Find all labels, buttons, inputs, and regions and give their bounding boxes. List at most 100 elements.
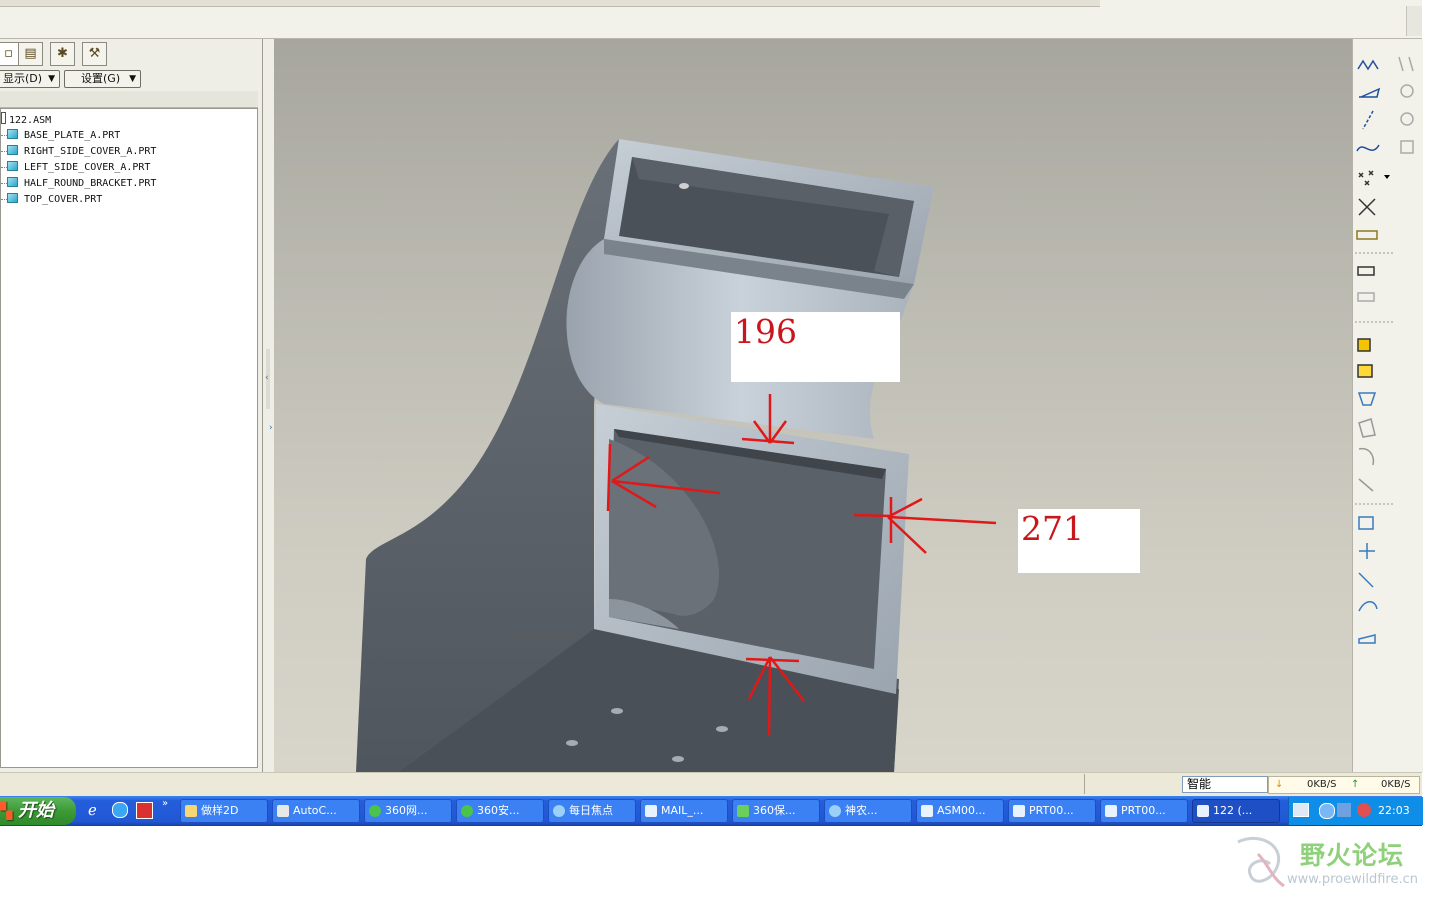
curve-icon [1356, 144, 1380, 152]
taskbar-button[interactable]: PRT00... [1008, 799, 1096, 823]
tray-app-icon[interactable] [1357, 803, 1371, 817]
copy-icon [1357, 292, 1375, 302]
shell-icon [1359, 543, 1375, 559]
taskbar-button-label: ASM00... [937, 804, 986, 817]
surface-icon [1358, 634, 1376, 644]
show-menu-button[interactable]: 显示(D) ▼ [0, 70, 60, 88]
window-icon [1197, 805, 1209, 817]
graphics-viewport[interactable]: 196 271 [274, 39, 1352, 772]
chevron-more-icon[interactable]: » [162, 798, 168, 809]
tree-item[interactable]: TOP_COVER.PRT [1, 192, 103, 207]
keyboard-icon[interactable] [1293, 803, 1309, 817]
taskbar-button-label: PRT00... [1121, 804, 1166, 817]
taskbar-button[interactable]: AutoC... [272, 799, 360, 823]
toolbar-strip [0, 0, 1100, 7]
solidworks-icon[interactable] [136, 802, 153, 819]
rib-icon [1358, 572, 1374, 588]
point-icon [1358, 170, 1374, 186]
tools-hammer-icon[interactable]: ⚒ [82, 42, 107, 66]
taskbar-button-label: AutoC... [293, 804, 337, 817]
taskbar-button-label: 360保... [753, 804, 796, 817]
shield-icon [737, 805, 749, 817]
taskbar-button[interactable]: PRT00... [1100, 799, 1188, 823]
datum-feature-toolbar [1352, 39, 1423, 772]
model-tree: 122.ASM BASE_PLATE_A.PRT RIGHT_SIDE_COVE… [0, 108, 258, 768]
tree-item-label: LEFT_SIDE_COVER_A.PRT [24, 162, 151, 173]
network-icon[interactable] [1337, 803, 1351, 817]
window-icon [645, 805, 657, 817]
news-icon [553, 805, 565, 817]
watermark-url: www.proewildfire.cn [1287, 872, 1418, 887]
taskbar-button[interactable]: 神农... [824, 799, 912, 823]
expand-right-icon[interactable]: › [269, 423, 273, 433]
taskbar-button-label: 122 (... [1213, 804, 1253, 817]
taskbar-button[interactable]: 360网... [364, 799, 452, 823]
grid-icon [1400, 140, 1414, 154]
sweep-icon [1357, 392, 1377, 406]
tree-item[interactable]: BASE_PLATE_A.PRT [1, 128, 120, 143]
tree-item-label: HALF_ROUND_BRACKET.PRT [24, 178, 157, 189]
layers-tab-icon[interactable]: ▤ [18, 42, 43, 66]
hole-icon [1358, 516, 1374, 530]
taskbar-button[interactable]: 360安... [456, 799, 544, 823]
favorites-folder-icon[interactable]: ✱ [50, 42, 75, 66]
taskbar-button-label: 神农... [845, 804, 878, 817]
taskbar-button-label: 360安... [477, 804, 520, 817]
start-button[interactable]: ▚ 开始 [0, 797, 76, 825]
browser-icon [829, 805, 841, 817]
taskbar-button-active[interactable]: 122 (... [1192, 799, 1280, 823]
quicklaunch-browser-icon[interactable] [112, 802, 128, 818]
dimension-label-box: 196 [731, 312, 900, 382]
part-icon [7, 161, 18, 171]
selection-filter[interactable]: 智能 [1182, 776, 1268, 793]
taskbar-button-label: 每日焦点 [569, 804, 613, 817]
tree-item-label: RIGHT_SIDE_COVER_A.PRT [24, 146, 157, 157]
dimension-value: 196 [734, 312, 797, 351]
show-menu-label: 显示(D) [3, 72, 43, 85]
revolve-icon [1357, 364, 1373, 378]
axis-icon [1362, 110, 1374, 130]
taskbar-button[interactable]: MAIL_... [640, 799, 728, 823]
watermark-title: 野火论坛 [1300, 841, 1405, 870]
taskbar-button[interactable]: 每日焦点 [548, 799, 636, 823]
dimension-label-box: 271 [1018, 509, 1140, 573]
caret-down-icon: ▼ [48, 74, 55, 84]
taskbar-button[interactable]: 360保... [732, 799, 820, 823]
taskbar-button-label: PRT00... [1029, 804, 1074, 817]
selection-filter-value: 智能 [1187, 777, 1212, 791]
caret-down-icon: ▼ [129, 74, 136, 84]
extrude-icon [1357, 338, 1371, 352]
round-icon [1358, 447, 1375, 466]
upload-speed: 0KB/S [1381, 779, 1411, 790]
mirror-icon [1398, 56, 1414, 72]
taskbar-button[interactable]: 做样2D [180, 799, 268, 823]
back-arrow-icon[interactable] [1319, 803, 1335, 819]
tree-root[interactable]: 122.ASM [1, 112, 51, 127]
network-speed-meter: ↓ 0KB/S ↑ 0KB/S [1268, 776, 1420, 794]
ie-icon[interactable]: ℯ [88, 801, 97, 819]
model-render [356, 139, 997, 772]
tree-item[interactable]: HALF_ROUND_BRACKET.PRT [1, 176, 157, 191]
status-divider [1084, 774, 1085, 794]
collapse-left-icon[interactable]: ‹ [265, 373, 269, 383]
taskbar-button-label: 做样2D [201, 804, 239, 817]
tree-item-label: TOP_COVER.PRT [24, 194, 103, 205]
part-icon [7, 129, 18, 139]
tree-item[interactable]: LEFT_SIDE_COVER_A.PRT [1, 160, 151, 175]
toolbar-scrollbar[interactable] [1406, 6, 1422, 36]
taskbar-button[interactable]: ASM00... [916, 799, 1004, 823]
window-icon [1105, 805, 1117, 817]
upload-arrow-icon: ↑ [1351, 779, 1360, 790]
dimension-value: 271 [1021, 509, 1084, 548]
tree-header [0, 91, 258, 108]
download-speed: 0KB/S [1307, 779, 1337, 790]
tree-item[interactable]: RIGHT_SIDE_COVER_A.PRT [1, 144, 157, 159]
windows-logo-icon: ▚ [0, 801, 13, 820]
part-icon [7, 177, 18, 187]
folder-icon [185, 805, 197, 817]
analysis-icon [1356, 230, 1378, 240]
blend-icon [1358, 418, 1376, 438]
settings-menu-button[interactable]: 设置(G) ▼ [64, 70, 141, 88]
clock: 22:03 [1378, 804, 1410, 817]
assembly-icon [1, 112, 6, 124]
